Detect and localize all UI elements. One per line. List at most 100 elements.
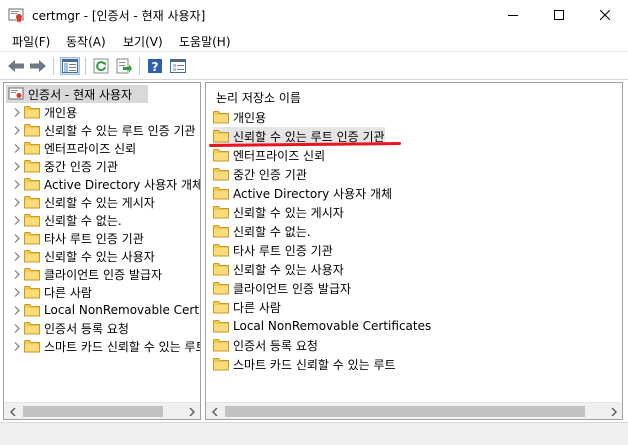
expand-chevron-icon[interactable]: [10, 139, 24, 157]
folder-icon: [213, 225, 229, 238]
folder-icon: [24, 250, 40, 263]
help-icon[interactable]: ?: [145, 57, 165, 75]
tree-item[interactable]: 타사 루트 인증 기관: [10, 229, 144, 247]
close-button[interactable]: [582, 0, 628, 30]
folder-icon: [213, 187, 229, 200]
expand-chevron-icon[interactable]: [10, 193, 24, 211]
tree-item[interactable]: 중간 인증 기관: [10, 157, 118, 175]
back-icon[interactable]: [6, 57, 26, 75]
expand-chevron-icon[interactable]: [10, 211, 24, 229]
folder-icon: [24, 106, 40, 119]
left-horizontal-scrollbar[interactable]: [4, 402, 200, 419]
folder-icon: [24, 124, 40, 137]
tree-item-label: 엔터프라이즈 신뢰: [44, 141, 137, 156]
expand-chevron-icon[interactable]: [10, 247, 24, 265]
list-item-label: 신뢰할 수 없는.: [233, 224, 311, 239]
right-horizontal-scrollbar[interactable]: [206, 402, 622, 419]
tree-item[interactable]: 스마트 카드 신뢰할 수 있는 루트: [10, 337, 201, 355]
tree-item[interactable]: 신뢰할 수 있는 루트 인증 기관: [10, 121, 196, 139]
list-item-label: 스마트 카드 신뢰할 수 있는 루트: [233, 357, 396, 372]
scroll-left-arrow-icon[interactable]: [206, 403, 223, 419]
refresh-icon[interactable]: [91, 57, 111, 75]
list-item[interactable]: Active Directory 사용자 개체: [213, 184, 392, 202]
toolbar-separator: [85, 57, 86, 75]
forward-icon[interactable]: [28, 57, 48, 75]
tree-item[interactable]: 인증서 등록 요청: [10, 319, 129, 337]
folder-icon: [24, 304, 40, 317]
list-item[interactable]: Local NonRemovable Certificates: [213, 317, 431, 335]
tree-item[interactable]: 엔터프라이즈 신뢰: [10, 139, 136, 157]
list-item-label: 다른 사람: [233, 300, 281, 315]
expand-chevron-icon[interactable]: [10, 229, 24, 247]
tree-root-label: 인증서 - 현재 사용자: [28, 87, 133, 102]
result-pane[interactable]: 논리 저장소 이름 개인용 신뢰할 수 있는 루트 인증 기관 엔터프라이즈 신뢰 중…: [205, 82, 623, 420]
list-item[interactable]: 스마트 카드 신뢰할 수 있는 루트: [213, 355, 396, 373]
folder-icon: [24, 268, 40, 281]
tree-item-label: 신뢰할 수 있는 게시자: [44, 195, 155, 210]
folder-icon: [24, 196, 40, 209]
expand-chevron-icon[interactable]: [10, 337, 24, 355]
left-scroll-thumb[interactable]: [23, 406, 163, 417]
tree-item[interactable]: Active Directory 사용자 개체: [10, 175, 200, 193]
maximize-button[interactable]: [536, 0, 582, 30]
scroll-right-arrow-icon[interactable]: [605, 403, 622, 419]
tree-item[interactable]: 신뢰할 수 있는 게시자: [10, 193, 155, 211]
list-item[interactable]: 신뢰할 수 있는 사용자: [213, 260, 344, 278]
tree-item[interactable]: 개인용: [10, 103, 77, 121]
properties-icon[interactable]: [168, 57, 188, 75]
expand-chevron-icon[interactable]: [10, 265, 24, 283]
console-tree[interactable]: 인증서 - 현재 사용자 개인용 신뢰할 수 있는 루트 인증 기관엔터프라이즈 …: [3, 82, 201, 420]
column-header-logical-store-name[interactable]: 논리 저장소 이름: [216, 89, 301, 106]
tree-item-label: 스마트 카드 신뢰할 수 있는 루트: [44, 339, 201, 354]
tree-item-label: 클라이언트 인증 발급자: [44, 267, 163, 282]
list-item[interactable]: 신뢰할 수 없는.: [213, 222, 311, 240]
expand-chevron-icon[interactable]: [10, 175, 24, 193]
toolbar-separator: [139, 57, 140, 75]
expand-chevron-icon[interactable]: [10, 157, 24, 175]
list-item[interactable]: 클라이언트 인증 발급자: [213, 279, 351, 297]
export-list-icon[interactable]: [114, 57, 134, 75]
list-item[interactable]: 엔터프라이즈 신뢰: [213, 146, 325, 164]
minimize-button[interactable]: [490, 0, 536, 30]
tree-item[interactable]: 신뢰할 수 없는.: [10, 211, 122, 229]
expand-chevron-icon[interactable]: [10, 103, 24, 121]
expand-chevron-icon[interactable]: [10, 301, 24, 319]
show-hide-console-tree-icon[interactable]: [60, 57, 80, 75]
expand-chevron-icon[interactable]: [10, 121, 24, 139]
list-item[interactable]: 타사 루트 인증 기관: [213, 241, 333, 259]
tree-item[interactable]: 클라이언트 인증 발급자: [10, 265, 162, 283]
certificate-store-icon: [8, 87, 24, 100]
tree-item-label: 다른 사람: [44, 285, 92, 300]
folder-icon: [213, 244, 229, 257]
expand-chevron-icon[interactable]: [10, 283, 24, 301]
list-item-label: 개인용: [233, 110, 267, 125]
list-item-label: Local NonRemovable Certificates: [233, 319, 432, 333]
tree-item[interactable]: Local NonRemovable Certificates: [10, 301, 200, 319]
expand-chevron-icon[interactable]: [10, 319, 24, 337]
folder-icon: [213, 282, 229, 295]
list-item[interactable]: 다른 사람: [213, 298, 281, 316]
list-item[interactable]: 인증서 등록 요청: [213, 336, 318, 354]
tree-root[interactable]: 인증서 - 현재 사용자: [6, 85, 148, 103]
list-item-label: 타사 루트 인증 기관: [233, 243, 333, 258]
folder-icon: [213, 168, 229, 181]
list-item[interactable]: 신뢰할 수 있는 게시자: [213, 203, 344, 221]
tree-item[interactable]: 신뢰할 수 있는 사용자: [10, 247, 155, 265]
folder-icon: [24, 232, 40, 245]
menu-bar: 파일(F) 동작(A) 보기(V) 도움말(H): [0, 30, 628, 52]
menu-help[interactable]: 도움말(H): [179, 33, 231, 50]
menu-view[interactable]: 보기(V): [123, 33, 163, 50]
menu-file[interactable]: 파일(F): [12, 33, 50, 50]
scroll-right-arrow-icon[interactable]: [183, 403, 200, 419]
toolbar-separator: [53, 57, 54, 75]
list-item[interactable]: 중간 인증 기관: [213, 165, 307, 183]
tree-item-label: 신뢰할 수 없는.: [44, 213, 122, 228]
certmgr-app-icon: [8, 7, 24, 23]
tree-item-label: Local NonRemovable Certificates: [44, 303, 200, 317]
tree-item[interactable]: 다른 사람: [10, 283, 92, 301]
tree-item-label: 중간 인증 기관: [44, 159, 118, 174]
list-item[interactable]: 개인용: [213, 108, 266, 126]
menu-action[interactable]: 동작(A): [66, 33, 106, 50]
right-scroll-thumb[interactable]: [225, 406, 585, 417]
scroll-left-arrow-icon[interactable]: [4, 403, 21, 419]
